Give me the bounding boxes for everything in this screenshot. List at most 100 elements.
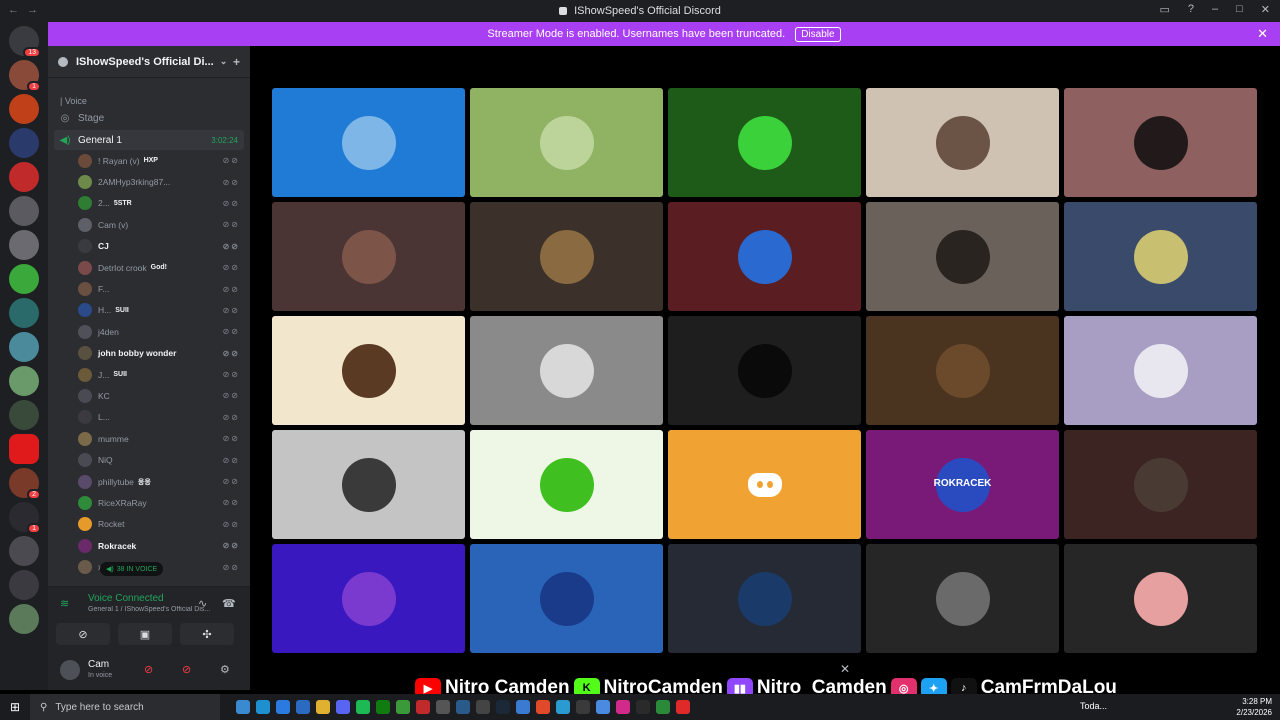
app-icon[interactable] bbox=[416, 700, 430, 714]
app-icon[interactable] bbox=[536, 700, 550, 714]
voice-user-row[interactable]: john bobby wonder ⊘⊘ bbox=[48, 343, 250, 364]
participant-tile[interactable] bbox=[1064, 202, 1257, 311]
voice-user-row[interactable]: CJ ⊘⊘ bbox=[48, 236, 250, 257]
server-icon[interactable] bbox=[9, 162, 39, 192]
channel-general-1[interactable]: ◀) General 1 3:02:24 bbox=[54, 130, 244, 150]
voice-user-row[interactable]: Rocket ⊘⊘ bbox=[48, 514, 250, 535]
inbox-icon[interactable]: ▭ bbox=[1159, 3, 1169, 16]
participant-tile[interactable] bbox=[272, 544, 465, 653]
server-icon[interactable] bbox=[9, 196, 39, 226]
app-icon[interactable] bbox=[596, 700, 610, 714]
deafen-icon[interactable]: ⊘ bbox=[182, 663, 191, 676]
voice-user-row[interactable]: J... SUII ⊘⊘ bbox=[48, 364, 250, 385]
server-icon[interactable]: 1 bbox=[9, 60, 41, 92]
participant-tile[interactable] bbox=[668, 316, 861, 425]
steam-icon[interactable] bbox=[496, 700, 510, 714]
close-window-icon[interactable]: ✕ bbox=[1261, 3, 1270, 16]
voice-user-row[interactable]: DetrIot crook God! ⊘⊘ bbox=[48, 257, 250, 278]
avatar[interactable] bbox=[60, 660, 80, 680]
server-icon[interactable]: 1 bbox=[9, 502, 41, 534]
voice-user-row[interactable]: L... ⊘⊘ bbox=[48, 407, 250, 428]
disconnect-icon[interactable]: ☎ bbox=[222, 597, 236, 610]
participant-tile[interactable] bbox=[272, 202, 465, 311]
store-icon[interactable] bbox=[276, 700, 290, 714]
minecraft-icon[interactable] bbox=[396, 700, 410, 714]
server-header[interactable]: IShowSpeed's Official Di... ⌄ + bbox=[48, 46, 250, 78]
minimize-icon[interactable]: – bbox=[1212, 3, 1218, 16]
collapse-icon[interactable]: ✕ bbox=[840, 662, 850, 676]
server-icon[interactable] bbox=[9, 536, 39, 566]
channel-stage[interactable]: ◎ Stage bbox=[48, 108, 250, 128]
system-clock[interactable]: 3:28 PM 2/23/2026 bbox=[1236, 696, 1272, 718]
participant-tile[interactable] bbox=[470, 430, 663, 539]
participant-tile[interactable] bbox=[1064, 430, 1257, 539]
server-icon[interactable] bbox=[9, 332, 39, 362]
participant-tile[interactable] bbox=[668, 430, 861, 539]
server-icon[interactable] bbox=[9, 94, 39, 124]
voice-user-row[interactable]: F... ⊘⊘ bbox=[48, 278, 250, 299]
voice-user-row[interactable]: ! Rayan (v) HXP ⊘⊘ bbox=[48, 150, 250, 171]
app-icon[interactable] bbox=[516, 700, 530, 714]
participant-tile[interactable] bbox=[668, 544, 861, 653]
banner-close-icon[interactable]: ✕ bbox=[1257, 26, 1268, 42]
xbox-icon[interactable] bbox=[376, 700, 390, 714]
signal-icon[interactable]: ≋ bbox=[60, 597, 69, 610]
server-icon[interactable]: 2 bbox=[9, 468, 41, 500]
screen-share-button[interactable]: ▣ bbox=[118, 623, 172, 645]
participant-tile[interactable]: ROKRACEK bbox=[866, 430, 1059, 539]
participant-tile[interactable] bbox=[470, 316, 663, 425]
gear-icon[interactable]: ⚙ bbox=[220, 663, 230, 676]
voice-user-row[interactable]: NiQ ⊘⊘ bbox=[48, 449, 250, 470]
server-icon[interactable] bbox=[9, 604, 39, 634]
add-user-icon[interactable]: + bbox=[233, 55, 240, 69]
voice-user-row[interactable]: phillytube 응응 ⊘⊘ bbox=[48, 471, 250, 492]
noise-suppression-icon[interactable]: ∿ bbox=[198, 597, 207, 610]
voice-user-row[interactable]: RiceXRaRay ⊘⊘ bbox=[48, 492, 250, 513]
server-icon[interactable] bbox=[9, 264, 39, 294]
voice-user-row[interactable]: j4den ⊘⊘ bbox=[48, 321, 250, 342]
participant-tile[interactable] bbox=[470, 202, 663, 311]
voice-user-row[interactable]: Cam (v) ⊘⊘ bbox=[48, 214, 250, 235]
participant-tile[interactable] bbox=[272, 430, 465, 539]
participant-tile[interactable] bbox=[272, 316, 465, 425]
app-icon[interactable] bbox=[476, 700, 490, 714]
voice-user-row[interactable]: H... SUII ⊘⊘ bbox=[48, 300, 250, 321]
help-icon[interactable]: ? bbox=[1188, 3, 1194, 16]
participant-tile[interactable] bbox=[1064, 88, 1257, 197]
server-icon[interactable] bbox=[9, 434, 39, 464]
voice-user-row[interactable]: KC ⊘⊘ bbox=[48, 385, 250, 406]
spotify-icon[interactable] bbox=[356, 700, 370, 714]
voice-user-row[interactable]: mumme ⊘⊘ bbox=[48, 428, 250, 449]
explorer-icon[interactable] bbox=[316, 700, 330, 714]
app-icon[interactable] bbox=[456, 700, 470, 714]
discord-taskbar-icon[interactable] bbox=[336, 700, 350, 714]
participant-tile[interactable] bbox=[866, 88, 1059, 197]
app-icon[interactable] bbox=[556, 700, 570, 714]
server-icon[interactable] bbox=[9, 366, 39, 396]
voice-count-pill[interactable]: ◀) 38 IN VOICE bbox=[100, 562, 164, 576]
maximize-icon[interactable]: □ bbox=[1236, 3, 1243, 16]
taskbar-search[interactable]: ⚲ Type here to search bbox=[30, 694, 220, 720]
app-icon[interactable] bbox=[676, 700, 690, 714]
weather-widget[interactable]: Toda... bbox=[1080, 701, 1107, 711]
app-icon[interactable] bbox=[616, 700, 630, 714]
camera-off-button[interactable]: ⊘ bbox=[56, 623, 110, 645]
windows-start-icon[interactable]: ⊞ bbox=[0, 700, 30, 714]
server-icon[interactable] bbox=[9, 400, 39, 430]
app-icon[interactable] bbox=[436, 700, 450, 714]
participant-tile[interactable] bbox=[272, 88, 465, 197]
voice-user-row[interactable]: Rokracek ⊘⊘ bbox=[48, 535, 250, 556]
participant-tile[interactable] bbox=[470, 88, 663, 197]
mail-icon[interactable] bbox=[296, 700, 310, 714]
participant-tile[interactable] bbox=[470, 544, 663, 653]
participant-tile[interactable] bbox=[866, 202, 1059, 311]
app-icon[interactable] bbox=[576, 700, 590, 714]
direct-messages-icon[interactable]: 13 bbox=[9, 26, 41, 58]
voice-user-row[interactable]: 2AMHyp3rking87... ⊘⊘ bbox=[48, 171, 250, 192]
mute-icon[interactable]: ⊘ bbox=[144, 663, 153, 676]
participant-tile[interactable] bbox=[1064, 544, 1257, 653]
server-icon[interactable] bbox=[9, 298, 39, 328]
participant-tile[interactable] bbox=[866, 544, 1059, 653]
participant-tile[interactable] bbox=[866, 316, 1059, 425]
participant-tile[interactable] bbox=[1064, 316, 1257, 425]
